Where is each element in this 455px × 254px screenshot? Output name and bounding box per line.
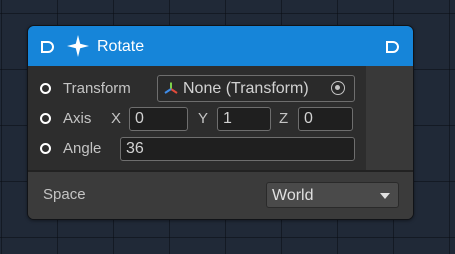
node-header[interactable]: Rotate [28, 26, 413, 66]
node-title: Rotate [97, 38, 145, 55]
inputs-panel: Transform None (Transform) Axis X 0 Y 1 … [28, 66, 366, 170]
rotate-node[interactable]: Rotate Transform None (Transform) Axis X… [27, 25, 414, 220]
axis-z-label[interactable]: Z [279, 110, 288, 128]
axis-x-label[interactable]: X [111, 110, 121, 128]
transform-object-field[interactable]: None (Transform) [157, 75, 355, 102]
space-dropdown[interactable]: World [266, 182, 399, 208]
chevron-down-icon [380, 193, 390, 199]
transform-value: None (Transform) [183, 80, 309, 97]
axis-y-label[interactable]: Y [198, 110, 208, 128]
flow-output-port-icon[interactable] [386, 41, 399, 53]
axis-input-port[interactable] [40, 113, 51, 124]
angle-label: Angle [63, 140, 102, 157]
axis-x-field[interactable]: 0 [129, 107, 188, 131]
transform-axes-icon [164, 82, 178, 94]
transform-input-port[interactable] [40, 83, 51, 94]
angle-input-port[interactable] [40, 143, 51, 154]
space-value: World [272, 187, 314, 204]
axis-y-field[interactable]: 1 [217, 107, 271, 131]
flow-input-port-icon[interactable] [41, 41, 54, 53]
object-picker-icon[interactable] [331, 81, 345, 95]
outputs-panel [366, 66, 413, 170]
angle-field[interactable]: 36 [120, 137, 355, 161]
transform-label: Transform [63, 80, 131, 97]
axis-z-field[interactable]: 0 [298, 107, 353, 131]
sparkle-icon [67, 35, 89, 57]
settings-panel: Space World [28, 172, 413, 219]
axis-label: Axis [63, 110, 92, 127]
space-label: Space [43, 186, 86, 203]
